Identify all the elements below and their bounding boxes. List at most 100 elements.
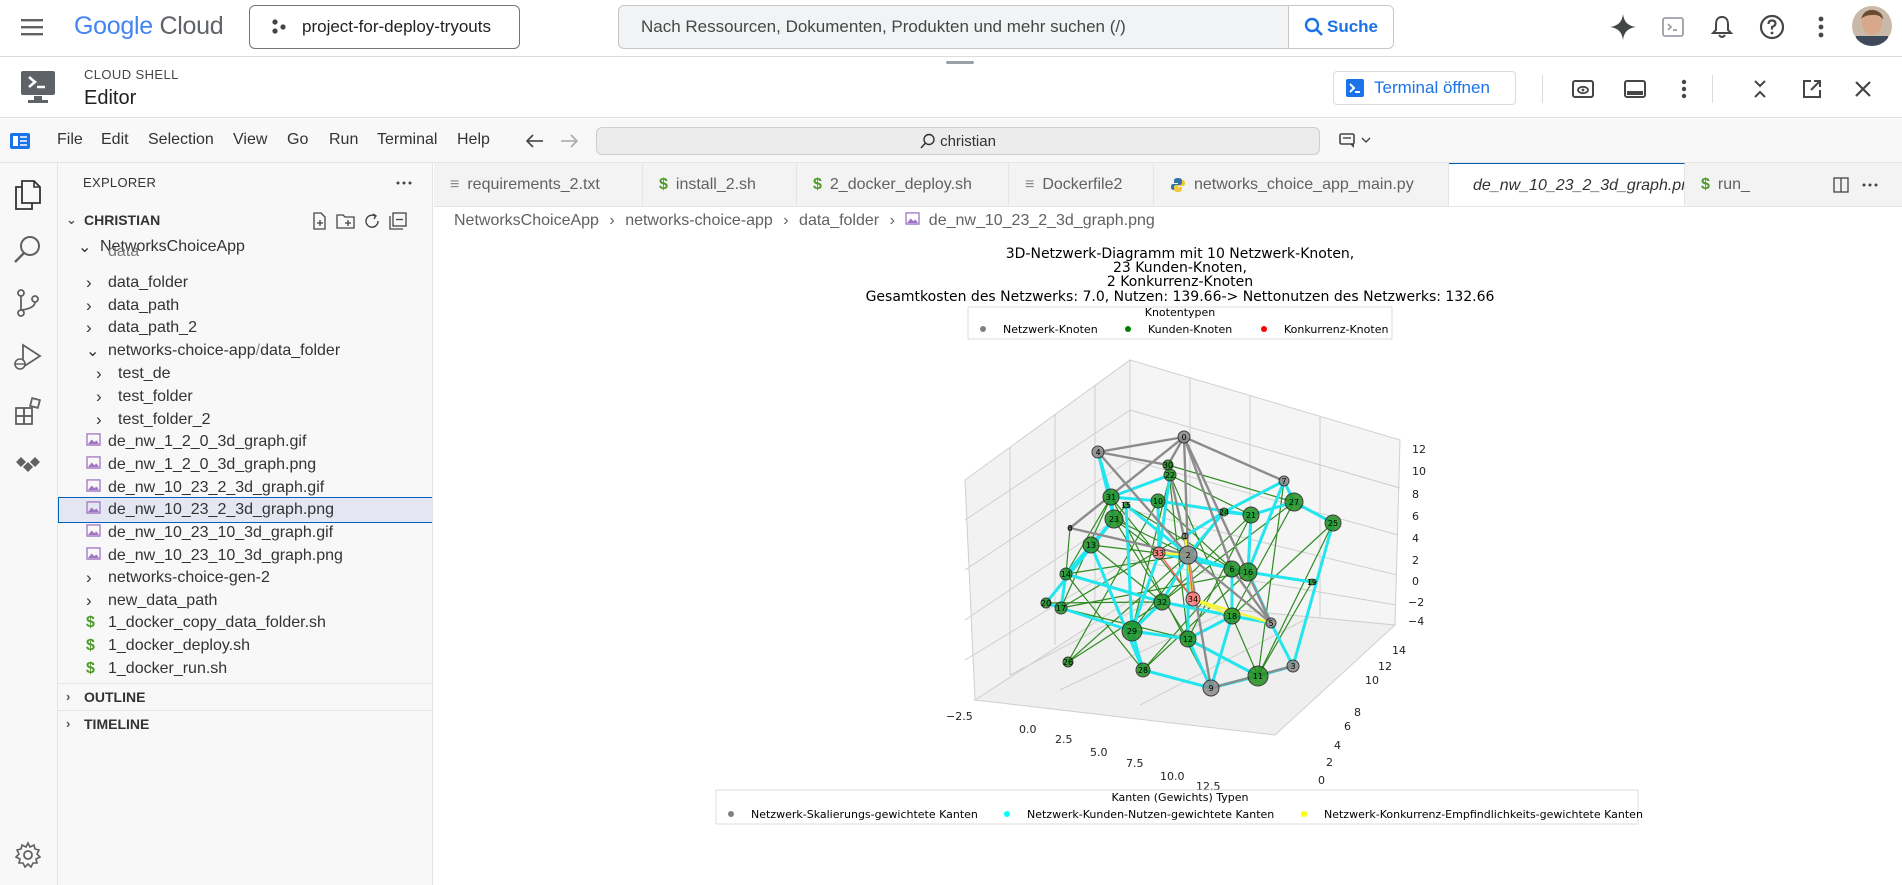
- node-label: 25: [1328, 519, 1338, 528]
- graph-node-1: 1: [1181, 532, 1189, 541]
- node-label: 20: [1041, 599, 1051, 608]
- x-tick-label: 10.0: [1160, 770, 1185, 783]
- x-tick-label: 0.0: [1019, 723, 1037, 736]
- node-label: 22: [1165, 471, 1175, 480]
- y-tick-label: 8: [1354, 706, 1361, 719]
- node-label: 33: [1154, 549, 1164, 558]
- legend-label-scaling-edges: Netzwerk-Skalierungs-gewichtete Kanten: [751, 808, 978, 821]
- graph-node-11: 11: [1247, 665, 1269, 687]
- graph-node-33: 33: [1152, 546, 1166, 560]
- graph-node-2: 2: [1178, 545, 1198, 565]
- graph-node-17: 17: [1054, 601, 1068, 615]
- graph-node-28: 28: [1135, 662, 1151, 678]
- node-label: 18: [1227, 612, 1237, 621]
- node-label: 26: [1063, 658, 1073, 667]
- node-label: 23: [1109, 515, 1119, 524]
- legend-label-network: Netzwerk-Knoten: [1003, 323, 1098, 336]
- node-label: 4: [1095, 448, 1100, 457]
- graph-node-20: 20: [1040, 597, 1052, 609]
- node-label: 5: [1268, 619, 1273, 628]
- y-tick-label: 4: [1334, 739, 1341, 752]
- plot-title-line: Gesamtkosten des Netzwerks: 7.0, Nutzen:…: [866, 289, 1495, 305]
- graph-node-16: 16: [1238, 562, 1258, 582]
- y-tick-label: 2: [1326, 756, 1333, 769]
- graph-node-0: 0: [1177, 430, 1191, 444]
- node-label: 2: [1185, 551, 1190, 560]
- legend-marker-customer: [1125, 326, 1131, 332]
- graph-node-21: 21: [1242, 506, 1260, 524]
- node-label: 12: [1183, 635, 1193, 644]
- graph-node-19: 19: [1307, 578, 1317, 587]
- z-tick-label: 2: [1412, 554, 1419, 567]
- graph-node-9: 9: [1202, 679, 1220, 697]
- y-tick-label: 12: [1378, 660, 1392, 673]
- node-label: 9: [1208, 684, 1213, 693]
- y-tick-label: 6: [1344, 720, 1351, 733]
- node-label: 24: [1219, 508, 1229, 517]
- graph-node-15: 15: [1121, 501, 1131, 510]
- node-label: 7: [1281, 477, 1286, 486]
- node-label: 0: [1181, 433, 1186, 442]
- graph-node-5: 5: [1265, 617, 1277, 629]
- node-label: 3: [1290, 662, 1295, 671]
- z-tick-label: 12: [1412, 443, 1426, 456]
- node-label: 34: [1188, 595, 1198, 604]
- node-label: 14: [1061, 570, 1071, 579]
- legend-marker-network: [980, 326, 986, 332]
- graph-node-32: 32: [1153, 593, 1171, 611]
- graph-node-27: 27: [1284, 492, 1304, 512]
- edge-legend-title: Kanten (Gewichts) Typen: [1111, 791, 1248, 804]
- node-label: 30: [1163, 461, 1173, 470]
- graph-node-31: 31: [1102, 488, 1120, 506]
- graph-node-7: 7: [1278, 475, 1290, 487]
- x-tick-label: 7.5: [1126, 757, 1144, 770]
- z-tick-label: −4: [1408, 615, 1424, 628]
- legend-marker-customer-edges: [1004, 811, 1010, 817]
- z-tick-label: 0: [1412, 575, 1419, 588]
- graph-node-18: 18: [1223, 607, 1241, 625]
- graph-node-22: 22: [1163, 468, 1177, 482]
- legend-label-customer: Kunden-Knoten: [1148, 323, 1232, 336]
- graph-node-13: 13: [1082, 536, 1100, 554]
- z-tick-label: 4: [1412, 532, 1419, 545]
- z-tick-label: 6: [1412, 510, 1419, 523]
- node-legend-title: Knotentypen: [1145, 306, 1216, 319]
- node-label: 27: [1289, 498, 1299, 507]
- legend-label-competition-edges: Netzwerk-Konkurrenz-Empfindlichkeits-gew…: [1324, 808, 1643, 821]
- legend-marker-competition-edges: [1301, 811, 1307, 817]
- x-tick-label: 2.5: [1055, 733, 1073, 746]
- graph-node-8: 8: [1067, 524, 1072, 533]
- y-tick-label: 0: [1318, 774, 1325, 787]
- legend-label-customer-edges: Netzwerk-Kunden-Nutzen-gewichtete Kanten: [1027, 808, 1274, 821]
- node-label: 10: [1153, 497, 1163, 506]
- node-label: 15: [1121, 501, 1131, 510]
- graph-node-26: 26: [1062, 656, 1074, 668]
- graph-node-29: 29: [1121, 620, 1143, 642]
- y-tick-label: 10: [1365, 674, 1379, 687]
- graph-node-14: 14: [1059, 567, 1073, 581]
- graph-node-34: 34: [1185, 591, 1201, 607]
- node-label: 1: [1182, 532, 1187, 541]
- plot-title-line: 2 Konkurrenz-Knoten: [1107, 274, 1253, 290]
- z-tick-label: −2: [1408, 596, 1424, 609]
- legend-marker-competitor: [1261, 326, 1267, 332]
- x-tick-label: −2.5: [946, 710, 973, 723]
- node-label: 31: [1106, 493, 1116, 502]
- graph-node-10: 10: [1150, 493, 1166, 509]
- graph-node-23: 23: [1104, 509, 1124, 529]
- node-label: 16: [1243, 568, 1253, 577]
- graph-node-12: 12: [1179, 630, 1197, 648]
- node-label: 19: [1307, 578, 1317, 587]
- node-label: 28: [1138, 666, 1148, 675]
- graph-node-4: 4: [1091, 445, 1105, 459]
- graph-node-6: 6: [1223, 560, 1241, 578]
- y-tick-label: 14: [1392, 644, 1406, 657]
- node-label: 17: [1056, 604, 1066, 613]
- z-tick-label: 8: [1412, 488, 1419, 501]
- z-tick-label: 10: [1412, 465, 1426, 478]
- network-graph-image: 3D-Netzwerk-Diagramm mit 10 Netzwerk-Kno…: [715, 246, 1643, 825]
- node-label: 29: [1127, 627, 1137, 636]
- graph-node-24: 24: [1219, 507, 1229, 517]
- node-label: 8: [1067, 524, 1072, 533]
- node-label: 21: [1246, 511, 1256, 520]
